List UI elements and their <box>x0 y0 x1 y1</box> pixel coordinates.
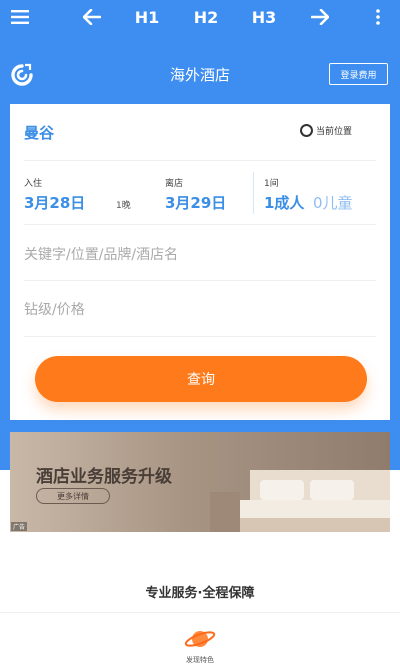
divider <box>24 280 376 281</box>
checkin-date[interactable]: 3月28日 <box>24 192 85 213</box>
arrow-left-icon[interactable] <box>78 0 106 34</box>
promo-banner[interactable]: 酒店业务服务升级 更多详情 广告 <box>10 432 390 532</box>
arrow-right-icon[interactable] <box>306 0 334 34</box>
top-toolbar: H1 H2 H3 <box>0 0 400 34</box>
keyword-input[interactable]: 关键字/位置/品牌/酒店名 <box>24 244 178 264</box>
nights-count: 1晚 <box>116 201 131 211</box>
h1-button[interactable]: H1 <box>131 0 163 34</box>
ad-badge: 广告 <box>11 522 28 531</box>
current-location-button[interactable]: 当前位置 <box>300 124 352 137</box>
divider <box>24 160 376 161</box>
h2-button[interactable]: H2 <box>190 0 222 34</box>
destination-city[interactable]: 曼谷 <box>24 122 54 143</box>
checkin-label: 入住 <box>24 179 43 189</box>
star-price-input[interactable]: 钻级/价格 <box>24 299 85 319</box>
bed-image <box>210 470 390 532</box>
app-header: 海外酒店 登录费用 <box>0 52 400 96</box>
search-button[interactable]: 查询 <box>35 356 367 402</box>
h3-button[interactable]: H3 <box>248 0 280 34</box>
checkout-label: 离店 <box>165 179 184 189</box>
kebab-icon[interactable] <box>368 0 388 34</box>
service-tagline: 专业服务·全程保障 <box>145 586 255 601</box>
divider <box>253 172 254 214</box>
planet-icon[interactable] <box>184 626 216 652</box>
divider <box>0 612 400 613</box>
current-location-label: 当前位置 <box>316 127 353 137</box>
checkout-date[interactable]: 3月29日 <box>165 192 226 213</box>
hamburger-icon[interactable] <box>6 0 34 34</box>
order-button[interactable]: 登录费用 <box>329 63 388 85</box>
feature-label[interactable]: 发现特色 <box>0 655 400 665</box>
room-count[interactable]: 1间 <box>264 176 279 189</box>
banner-more-button[interactable]: 更多详情 <box>36 488 110 504</box>
divider <box>24 336 376 337</box>
adults-count[interactable]: 1成人 <box>264 192 304 213</box>
divider <box>24 224 376 225</box>
banner-title: 酒店业务服务升级 <box>36 467 172 487</box>
location-icon <box>300 124 313 137</box>
children-count[interactable]: 0儿童 <box>313 192 353 213</box>
